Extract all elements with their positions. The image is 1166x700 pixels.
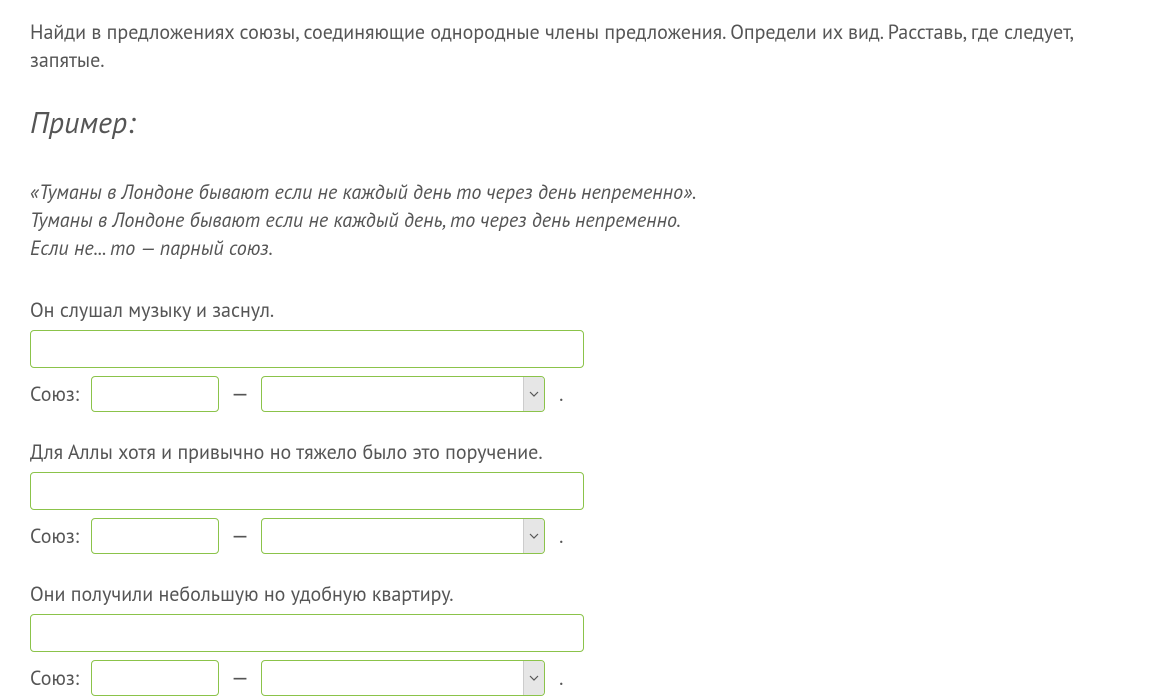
- conj-label: Союз:: [30, 522, 79, 550]
- exercise-2: Для Аллы хотя и привычно но тяжело было …: [30, 438, 1136, 554]
- exercise-1-type-select[interactable]: [261, 376, 545, 412]
- exercise-page: Найди в предложениях союзы, соединяющие …: [0, 0, 1166, 696]
- example-heading: Пример:: [30, 102, 1136, 144]
- period-text: .: [559, 380, 563, 408]
- dash-separator: —: [231, 379, 249, 410]
- exercise-1-conj-input[interactable]: [91, 376, 219, 412]
- exercise-2-row: Союз: — .: [30, 518, 1136, 554]
- exercise-1-answer-input[interactable]: [30, 330, 584, 368]
- exercise-3-type-select[interactable]: [261, 660, 545, 696]
- exercise-1: Он слушал музыку и заснул. Союз: — .: [30, 296, 1136, 412]
- example-line-3: Если не... то — парный союз.: [30, 234, 1136, 262]
- instruction-text: Найди в предложениях союзы, соединяющие …: [30, 18, 1136, 74]
- exercise-3-sentence: Они получили небольшую но удобную кварти…: [30, 580, 1136, 608]
- dash-separator: —: [231, 663, 249, 694]
- exercise-1-sentence: Он слушал музыку и заснул.: [30, 296, 1136, 324]
- period-text: .: [559, 522, 563, 550]
- exercise-1-row: Союз: — .: [30, 376, 1136, 412]
- exercise-3: Они получили небольшую но удобную кварти…: [30, 580, 1136, 696]
- period-text: .: [559, 664, 563, 692]
- chevron-down-icon: [523, 519, 544, 553]
- conj-label: Союз:: [30, 664, 79, 692]
- dash-separator: —: [231, 521, 249, 552]
- exercise-3-row: Союз: — .: [30, 660, 1136, 696]
- exercise-2-type-value: [262, 519, 523, 553]
- exercise-2-type-select[interactable]: [261, 518, 545, 554]
- chevron-down-icon: [523, 377, 544, 411]
- conj-label: Союз:: [30, 380, 79, 408]
- exercise-3-type-value: [262, 661, 523, 695]
- exercise-1-type-value: [262, 377, 523, 411]
- exercise-2-conj-input[interactable]: [91, 518, 219, 554]
- example-block: «Туманы в Лондоне бывают если не каждый …: [30, 178, 1136, 262]
- example-line-1: «Туманы в Лондоне бывают если не каждый …: [30, 178, 1136, 206]
- example-line-2: Туманы в Лондоне бывают если не каждый д…: [30, 206, 1136, 234]
- chevron-down-icon: [523, 661, 544, 695]
- exercise-3-answer-input[interactable]: [30, 614, 584, 652]
- exercise-2-answer-input[interactable]: [30, 472, 584, 510]
- exercise-3-conj-input[interactable]: [91, 660, 219, 696]
- exercise-2-sentence: Для Аллы хотя и привычно но тяжело было …: [30, 438, 1136, 466]
